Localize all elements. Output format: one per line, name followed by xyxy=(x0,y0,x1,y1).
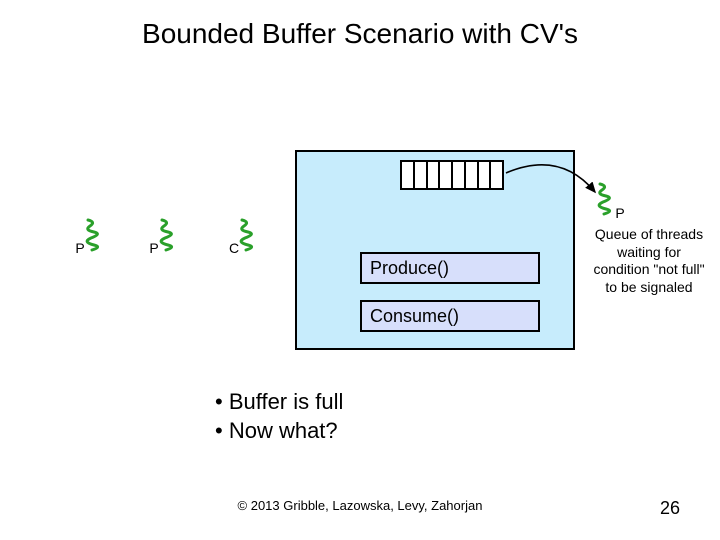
buffer-cell xyxy=(466,162,479,188)
thread-label-p-waiting: P xyxy=(610,205,630,221)
produce-method: Produce() xyxy=(360,252,540,284)
buffer-cell xyxy=(491,162,502,188)
copyright-text: © 2013 Gribble, Lazowska, Levy, Zahorjan xyxy=(0,498,720,513)
queue-caption: Queue of threads waiting for condition "… xyxy=(590,226,708,296)
buffer-cells xyxy=(400,160,504,190)
thread-label-p1: P xyxy=(70,240,90,256)
page-number: 26 xyxy=(660,498,680,519)
buffer-cell xyxy=(428,162,441,188)
consume-method: Consume() xyxy=(360,300,540,332)
buffer-cell xyxy=(440,162,453,188)
bullet-item: Buffer is full xyxy=(215,388,343,417)
thread-label-c: C xyxy=(224,240,244,256)
bullet-list: Buffer is full Now what? xyxy=(215,388,343,445)
buffer-cell xyxy=(415,162,428,188)
buffer-cell xyxy=(453,162,466,188)
bullet-item: Now what? xyxy=(215,417,343,446)
slide-title: Bounded Buffer Scenario with CV's xyxy=(0,18,720,50)
buffer-cell xyxy=(479,162,492,188)
thread-label-p2: P xyxy=(144,240,164,256)
buffer-cell xyxy=(402,162,415,188)
